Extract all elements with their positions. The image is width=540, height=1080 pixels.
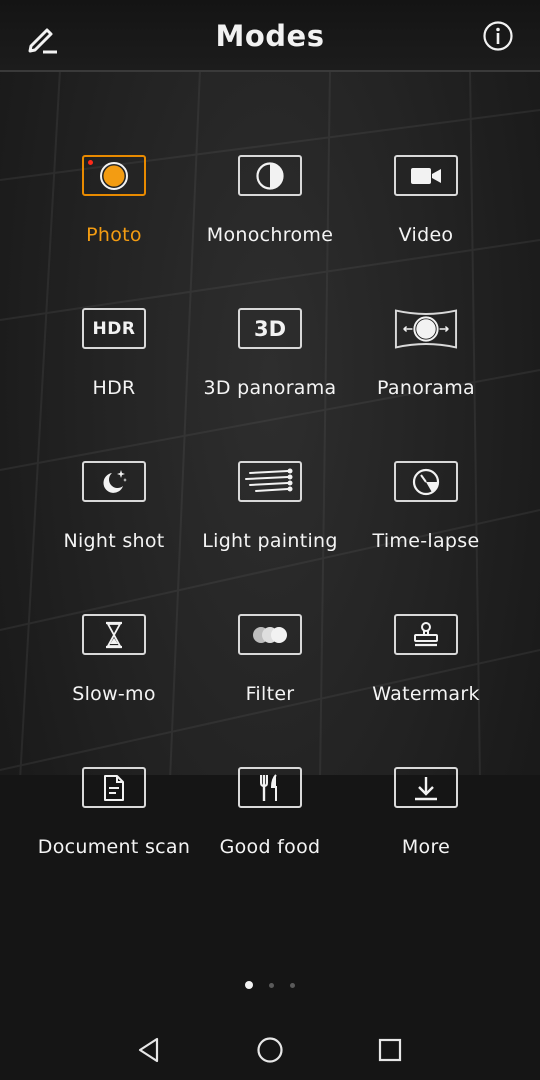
top-bar: Modes — [0, 0, 540, 72]
info-icon — [483, 21, 513, 51]
info-button[interactable] — [478, 16, 518, 56]
shutter-circle-icon — [100, 161, 128, 190]
moon-stars-icon — [103, 469, 127, 493]
mode-3d-panorama-frame: 3D — [238, 308, 302, 349]
stamp-icon — [414, 621, 438, 646]
mode-panorama-frame — [394, 308, 458, 349]
mode-label: Photo — [86, 224, 142, 246]
mode-slow-mo[interactable]: Slow-mo — [36, 612, 192, 732]
mode-more[interactable]: More — [348, 765, 504, 885]
mode-hdr-frame: HDR — [82, 308, 146, 349]
page-indicator — [0, 979, 540, 991]
mode-label: 3D panorama — [203, 377, 337, 399]
mode-label: Monochrome — [206, 224, 334, 246]
mode-label: Good food — [219, 836, 321, 858]
half-circle-icon — [256, 161, 284, 190]
mode-document-scan[interactable]: Document scan — [36, 765, 192, 885]
3d-icon: 3D — [253, 316, 287, 341]
hdr-icon: HDR — [92, 318, 136, 339]
mode-more-frame — [394, 767, 458, 808]
mode-good-food[interactable]: Good food — [192, 765, 348, 885]
light-streaks-icon — [245, 468, 293, 492]
mode-good-food-frame — [238, 767, 302, 808]
recording-dot — [88, 160, 93, 165]
mode-watermark[interactable]: Watermark — [348, 612, 504, 732]
mode-label: Video — [398, 224, 454, 246]
mode-time-lapse-frame — [394, 461, 458, 502]
page-dot-1[interactable] — [245, 981, 253, 989]
mode-hdr[interactable]: HDR HDR — [36, 306, 192, 426]
edit-button[interactable] — [22, 18, 62, 58]
download-icon — [415, 776, 437, 800]
mode-panorama[interactable]: Panorama — [348, 306, 504, 426]
mode-filter[interactable]: Filter — [192, 612, 348, 732]
mode-label: Time-lapse — [372, 530, 480, 552]
video-camera-icon — [411, 167, 441, 184]
mode-slow-mo-frame — [82, 614, 146, 655]
filter-circles-icon — [253, 626, 287, 643]
system-navigation-bar — [0, 1020, 540, 1080]
mode-night-shot[interactable]: Night shot — [36, 459, 192, 579]
recents-button[interactable] — [370, 1030, 410, 1070]
mode-monochrome-frame — [238, 155, 302, 196]
page-dot-2[interactable] — [269, 982, 274, 988]
mode-time-lapse[interactable]: Time-lapse — [348, 459, 504, 579]
page-dot-3[interactable] — [290, 982, 295, 988]
camera-modes-screen: Modes Photo Monochrome Video HDR HDR 3D … — [0, 0, 540, 1080]
mode-photo-frame — [82, 155, 146, 196]
mode-label: HDR — [92, 377, 136, 399]
mode-label: Filter — [245, 683, 295, 705]
hourglass-icon — [106, 621, 122, 648]
mode-watermark-frame — [394, 614, 458, 655]
mode-night-shot-frame — [82, 461, 146, 502]
page-title: Modes — [215, 19, 325, 53]
panorama-icon — [394, 308, 458, 349]
mode-label: Slow-mo — [72, 683, 156, 705]
mode-light-painting-frame — [238, 461, 302, 502]
recents-square-icon — [378, 1038, 402, 1062]
mode-label: Watermark — [372, 683, 480, 705]
mode-label: Document scan — [37, 836, 191, 858]
pencil-icon — [28, 28, 57, 54]
mode-monochrome[interactable]: Monochrome — [192, 153, 348, 273]
mode-document-scan-frame — [82, 767, 146, 808]
mode-photo[interactable]: Photo — [36, 153, 192, 273]
back-triangle-icon — [138, 1037, 159, 1063]
back-button[interactable] — [130, 1030, 170, 1070]
mode-3d-panorama[interactable]: 3D 3D panorama — [192, 306, 348, 426]
mode-label: More — [401, 836, 451, 858]
mode-light-painting[interactable]: Light painting — [192, 459, 348, 579]
home-circle-icon — [257, 1037, 283, 1063]
mode-filter-frame — [238, 614, 302, 655]
mode-video-frame — [394, 155, 458, 196]
mode-label: Panorama — [377, 377, 475, 399]
fork-knife-icon — [260, 773, 277, 801]
document-icon — [104, 774, 124, 801]
mode-label: Night shot — [63, 530, 165, 552]
timer-dial-icon — [412, 468, 440, 495]
mode-label: Light painting — [202, 530, 338, 552]
home-button[interactable] — [250, 1030, 290, 1070]
mode-video[interactable]: Video — [348, 153, 504, 273]
